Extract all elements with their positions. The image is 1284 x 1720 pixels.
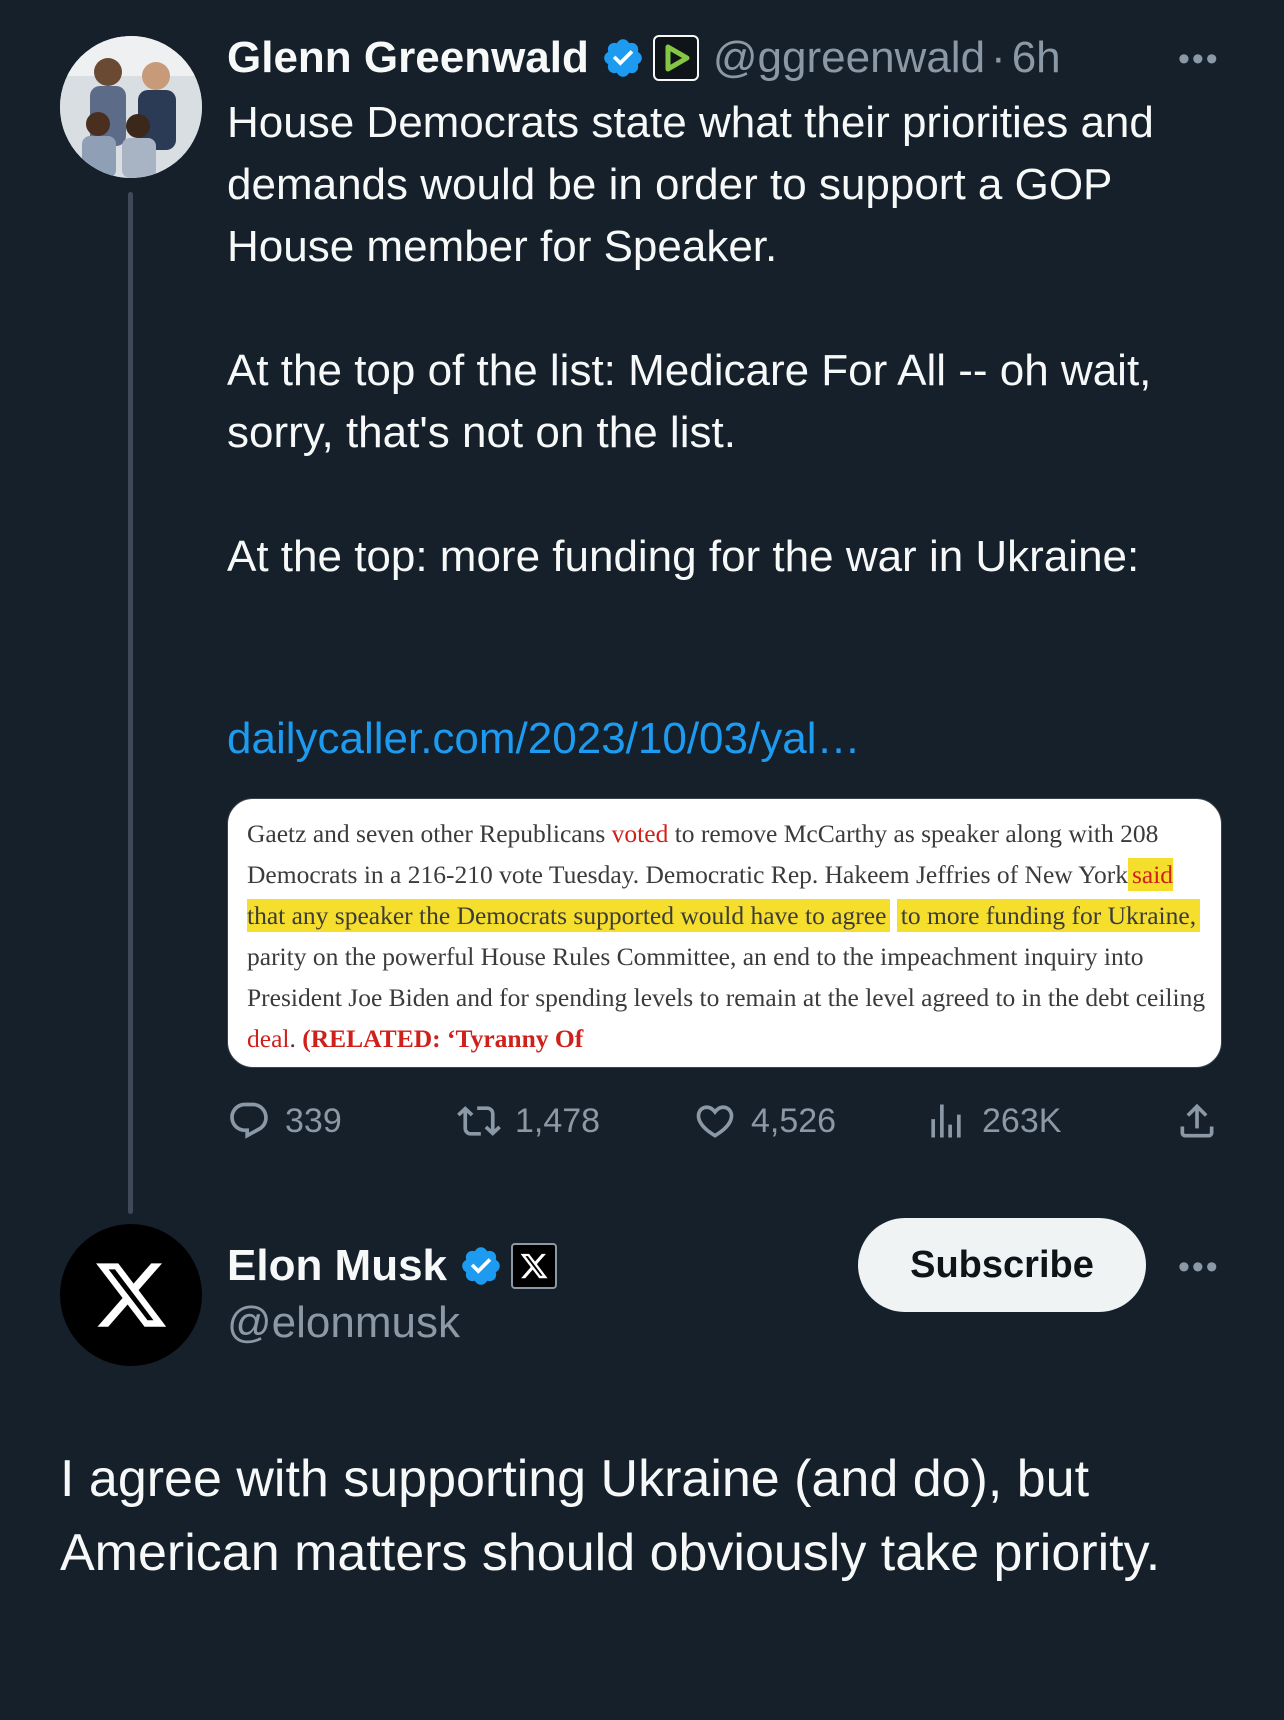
x-affiliate-icon[interactable] xyxy=(511,1243,558,1289)
like-button[interactable]: 4,526 xyxy=(693,1096,836,1146)
retweet-count: 1,478 xyxy=(515,1101,601,1140)
more-options-icon[interactable]: ••• xyxy=(1178,1250,1220,1284)
tweet-action-bar: 339 1,478 4,526 263K xyxy=(227,1096,1222,1146)
tweet-paragraph: At the top: more funding for the war in … xyxy=(227,526,1227,588)
verified-badge-icon[interactable] xyxy=(459,1244,503,1288)
original-tweet-header: Glenn Greenwald @ggreenwald · 6h xyxy=(227,28,1061,88)
author-display-name[interactable]: Glenn Greenwald xyxy=(227,33,589,83)
like-count: 4,526 xyxy=(751,1101,837,1140)
reply-icon xyxy=(230,1102,268,1139)
glenn-greenwald-avatar[interactable] xyxy=(60,36,202,178)
retweet-icon xyxy=(457,1106,501,1136)
share-button[interactable] xyxy=(1175,1096,1233,1146)
views-count: 263K xyxy=(982,1101,1062,1140)
article-link[interactable]: dailycaller.com/2023/10/03/yal… xyxy=(227,714,860,764)
verified-badge-icon[interactable] xyxy=(601,36,645,80)
reply-button[interactable]: 339 xyxy=(227,1096,342,1146)
reply-tweet-header: Elon Musk xyxy=(227,1236,558,1296)
author-handle[interactable]: @ggreenwald xyxy=(713,33,985,83)
reply-author-handle[interactable]: @elonmusk xyxy=(227,1298,460,1348)
views-button[interactable]: 263K xyxy=(924,1096,1061,1146)
retweet-button[interactable]: 1,478 xyxy=(457,1096,600,1146)
ukraine-flag-emoji-icon xyxy=(1139,539,1195,575)
reply-tweet-text: I agree with supporting Ukraine (and do)… xyxy=(60,1450,1161,1582)
tweet-time[interactable]: 6h xyxy=(1012,33,1061,83)
elon-musk-avatar[interactable] xyxy=(60,1224,202,1366)
like-icon xyxy=(696,1105,734,1138)
reply-author-display-name[interactable]: Elon Musk xyxy=(227,1241,447,1291)
separator-dot: · xyxy=(991,33,1006,82)
tweet-paragraph: House Democrats state what their priorit… xyxy=(227,98,1154,271)
article-excerpt: Gaetz and seven other Republicans voted … xyxy=(247,819,1206,1053)
subscribe-button[interactable]: Subscribe xyxy=(858,1218,1146,1312)
rumble-affiliate-icon[interactable] xyxy=(652,35,699,81)
views-icon xyxy=(931,1104,961,1138)
share-icon xyxy=(1180,1103,1214,1138)
original-tweet-text: House Democrats state what their priorit… xyxy=(227,92,1227,650)
tweet-paragraph: At the top of the list: Medicare For All… xyxy=(227,346,1152,457)
thread-connector-line xyxy=(128,192,133,1214)
x-logo-icon xyxy=(96,1263,167,1327)
reply-count: 339 xyxy=(285,1101,342,1140)
more-options-icon[interactable]: ••• xyxy=(1178,42,1220,76)
article-screenshot-card[interactable]: Gaetz and seven other Republicans voted … xyxy=(227,798,1222,1068)
